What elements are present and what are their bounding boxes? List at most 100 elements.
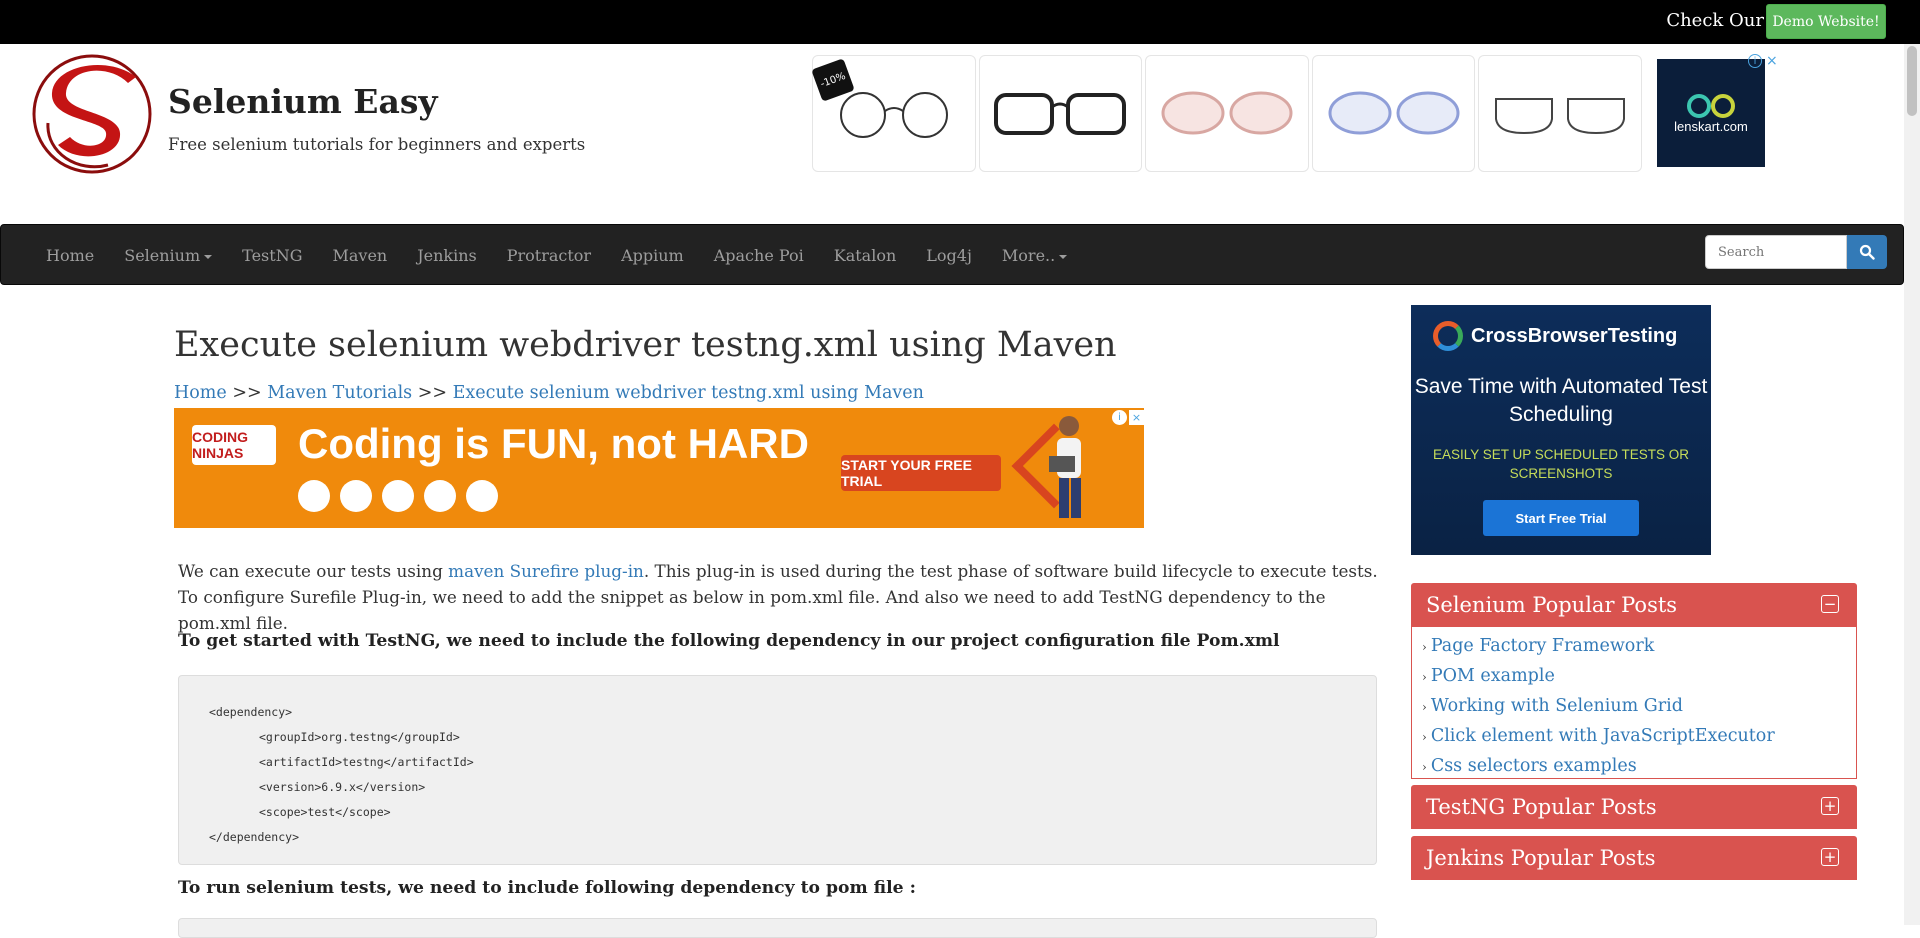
code-line: <scope>test</scope> [259, 805, 391, 819]
nav-item-apache-poi[interactable]: Apache Poi [699, 246, 819, 265]
list-item: › POM example [1422, 661, 1856, 691]
breadcrumb: Home >> Maven Tutorials >> Execute selen… [174, 383, 924, 403]
react-icon [298, 480, 330, 512]
ad-glasses-card[interactable] [978, 55, 1143, 172]
lenskart-brand: lenskart.com [1674, 118, 1748, 134]
nav-item-appium[interactable]: Appium [606, 246, 699, 265]
bullet-icon: › [1422, 700, 1427, 714]
post-link[interactable]: Working with Selenium Grid [1431, 696, 1683, 716]
page-scrollbar[interactable] [1904, 44, 1920, 925]
section-heading-run-tests: To run selenium tests, we need to includ… [178, 878, 916, 898]
glasses-icon [839, 91, 948, 138]
check-our-text: Check Our [1666, 10, 1764, 31]
banner-headline: Coding is FUN, not HARD [298, 420, 809, 467]
collapse-icon[interactable]: − [1821, 595, 1839, 613]
glasses-icon [1161, 91, 1293, 134]
search-icon [1859, 244, 1875, 260]
cbt-subline: EASILY SET UP SCHEDULED TESTS OR SCREENS… [1432, 447, 1690, 481]
c-language-icon [424, 480, 456, 512]
code-line: <dependency> [209, 705, 293, 719]
breadcrumb-separator: >> [417, 383, 448, 403]
post-link[interactable]: Click element with JavaScriptExecutor [1431, 726, 1775, 746]
cbt-headline: Save Time with Automated Test Scheduling [1414, 375, 1708, 426]
search-button[interactable] [1847, 235, 1887, 269]
maven-surefire-link[interactable]: maven Surefire plug-in [448, 561, 644, 581]
nav-item-maven[interactable]: Maven [317, 246, 402, 265]
ad-glasses-card[interactable] [1145, 55, 1309, 172]
expand-icon[interactable]: + [1821, 797, 1839, 815]
code-line: <artifactId>testng</artifactId> [259, 755, 474, 769]
nav-item-jenkins[interactable]: Jenkins [402, 246, 492, 265]
list-item: › Page Factory Framework [1422, 631, 1856, 661]
nav-item-label: Selenium [124, 246, 201, 265]
intro-paragraph: We can execute our tests using maven Sur… [178, 558, 1378, 636]
breadcrumb-maven-tutorials[interactable]: Maven Tutorials [267, 383, 412, 403]
post-link[interactable]: Page Factory Framework [1431, 636, 1655, 656]
nav-item-home[interactable]: Home [31, 246, 109, 265]
site-logo[interactable] [28, 53, 160, 175]
ad-glasses-card[interactable] [1311, 55, 1476, 172]
panel-header-jenkins[interactable]: Jenkins Popular Posts + [1411, 836, 1857, 880]
expand-icon[interactable]: + [1821, 848, 1839, 866]
caret-down-icon [204, 254, 213, 259]
bullet-icon: › [1422, 760, 1427, 774]
code-line: <version>6.9.x</version> [259, 780, 426, 794]
panel-title: Jenkins Popular Posts [1426, 846, 1656, 870]
breadcrumb-separator: >> [232, 383, 262, 403]
demo-website-button[interactable]: Demo Website! [1766, 4, 1886, 39]
ad-info-icon[interactable]: i [1748, 54, 1762, 68]
ad-glasses-card[interactable]: -10% [811, 55, 976, 172]
nav-item-more[interactable]: More.. [987, 246, 1082, 265]
lenskart-ad-logo[interactable]: lenskart.com [1657, 59, 1765, 167]
python-icon [382, 480, 414, 512]
bullet-icon: › [1422, 670, 1427, 684]
post-link[interactable]: POM example [1431, 666, 1555, 686]
code-block-dependency: <dependency> <groupId>org.testng</groupId… [178, 675, 1377, 865]
section-heading-get-started: To get started with TestNG, we need to i… [178, 631, 1280, 651]
panel-header-selenium[interactable]: Selenium Popular Posts − [1411, 583, 1857, 627]
start-free-trial-button[interactable]: Start Free Trial [1483, 500, 1639, 536]
nav-menu: Home Selenium TestNG Maven Jenkins Protr… [31, 225, 1082, 286]
free-trial-button[interactable]: START YOUR FREE TRIAL [841, 455, 1001, 491]
nav-item-selenium[interactable]: Selenium [109, 246, 227, 265]
breadcrumb-current[interactable]: Execute selenium webdriver testng.xml us… [453, 383, 924, 403]
nav-item-log4j[interactable]: Log4j [911, 246, 987, 265]
search-input[interactable] [1705, 235, 1847, 269]
ad-glasses-card[interactable] [1478, 55, 1642, 172]
top-bar: Check Our Demo Website! [0, 0, 1920, 44]
android-icon [340, 480, 372, 512]
nav-item-protractor[interactable]: Protractor [492, 246, 606, 265]
crossbrowsertesting-ad[interactable]: CrossBrowserTesting Save Time with Autom… [1411, 305, 1711, 555]
panel-title: Selenium Popular Posts [1426, 593, 1678, 617]
panel-title: TestNG Popular Posts [1426, 795, 1657, 819]
panel-header-testng[interactable]: TestNG Popular Posts + [1411, 785, 1857, 829]
code-line: </dependency> [209, 830, 300, 844]
caret-down-icon [1059, 254, 1068, 259]
site-title[interactable]: Selenium Easy [168, 82, 438, 121]
java-icon [466, 480, 498, 512]
ad-close-icon[interactable]: × [1766, 53, 1778, 69]
cbt-logo-icon [1433, 321, 1463, 351]
list-item: › Click element with JavaScriptExecutor [1422, 721, 1856, 751]
nav-item-testng[interactable]: TestNG [227, 246, 317, 265]
post-link[interactable]: Css selectors examples [1431, 756, 1637, 776]
cbt-brand-name: CrossBrowserTesting [1471, 324, 1678, 347]
eyewear-ad[interactable]: -10% [811, 55, 1642, 172]
panel-body-selenium: › Page Factory Framework › POM example › Wo… [1411, 627, 1857, 779]
list-item: › Css selectors examples [1422, 751, 1856, 781]
page-title: Execute selenium webdriver testng.xml us… [174, 325, 1117, 365]
nav-item-katalon[interactable]: Katalon [819, 246, 912, 265]
nav-item-label: More.. [1001, 246, 1056, 265]
coding-ninjas-banner-ad[interactable]: CODING NINJAS Coding is FUN, not HARD ST… [174, 408, 1144, 528]
ad-close-icon[interactable]: × [1129, 410, 1144, 425]
scrollbar-thumb[interactable] [1907, 46, 1917, 116]
cbt-brand: CrossBrowserTesting [1433, 321, 1677, 351]
glasses-icon [994, 92, 1127, 135]
breadcrumb-home[interactable]: Home [174, 383, 227, 403]
code-line: <groupId>org.testng</groupId> [259, 730, 460, 744]
main-navbar: Home Selenium TestNG Maven Jenkins Protr… [0, 224, 1904, 285]
glasses-icon [1328, 91, 1460, 134]
glasses-icon [1495, 97, 1626, 134]
code-block-partial [178, 918, 1377, 938]
ad-info-icon[interactable]: i [1112, 410, 1127, 425]
